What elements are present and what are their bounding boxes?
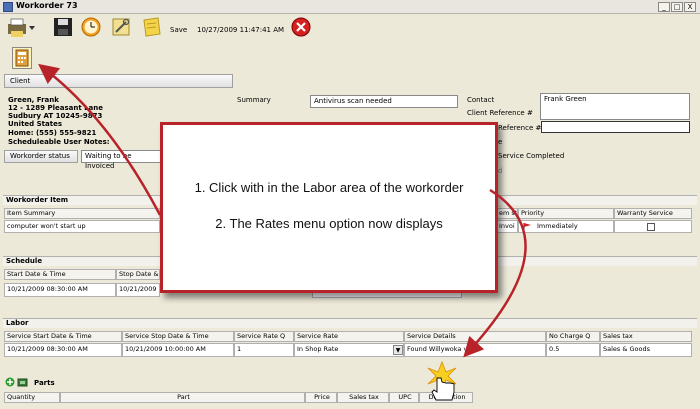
arrow-to-rates — [38, 63, 162, 216]
annotation-arrows — [38, 63, 527, 401]
arrow-to-labor — [463, 188, 527, 358]
